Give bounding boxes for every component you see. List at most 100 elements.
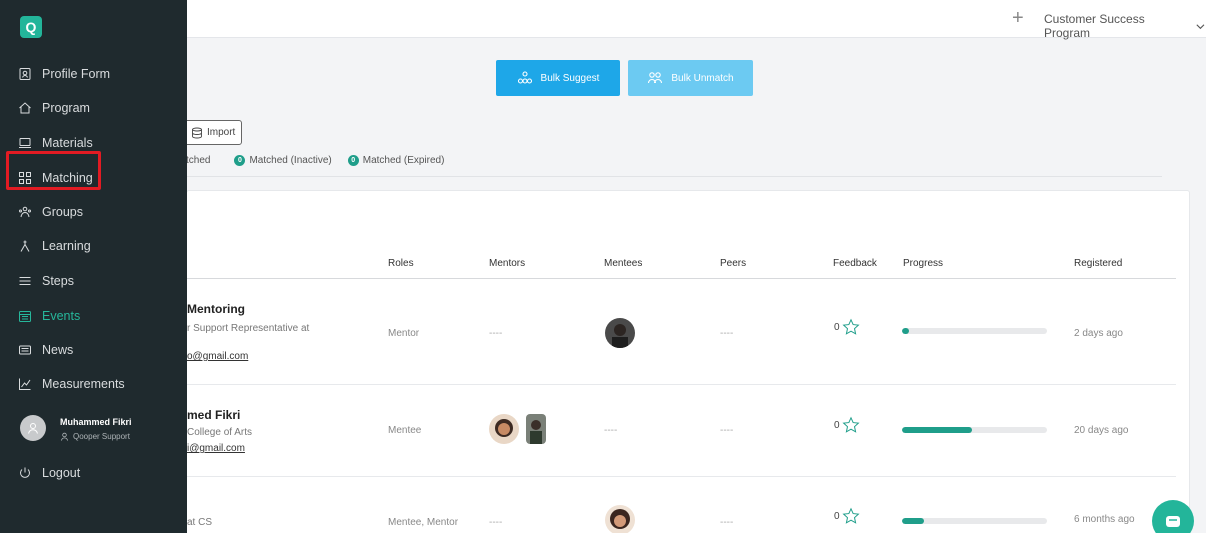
member-title: at CS <box>187 517 213 528</box>
steps-icon <box>19 277 31 285</box>
logout-label: Logout <box>42 466 81 480</box>
header-registered[interactable]: Registered <box>1074 258 1122 269</box>
header-mentees[interactable]: Mentees <box>604 258 642 269</box>
member-email[interactable]: i@gmail.com <box>187 443 245 454</box>
member-title: r Support Representative at <box>187 323 310 334</box>
header-divider <box>186 278 1176 279</box>
member-name[interactable]: Mentoring <box>187 302 245 316</box>
count-badge: 0 <box>234 155 246 166</box>
app-logo[interactable]: Q <box>20 16 42 38</box>
program-selector-label: Customer Success Program <box>1044 12 1145 40</box>
row-divider <box>186 476 1176 477</box>
count-badge: 0 <box>347 155 359 166</box>
match-filters: tched 0 Matched (Inactive) 0 Matched (Ex… <box>186 155 460 166</box>
home-icon <box>19 102 31 114</box>
registered-date: 2 days ago <box>1074 328 1123 339</box>
news-icon <box>19 345 31 355</box>
sidebar-item-groups[interactable]: Groups <box>18 205 83 219</box>
sidebar-item-news[interactable]: News <box>18 343 73 357</box>
mentees-empty: ---- <box>604 425 618 436</box>
chevron-down-icon <box>1196 23 1205 29</box>
events-icon <box>19 311 31 322</box>
learning-icon <box>20 240 30 252</box>
mentor-avatar[interactable] <box>489 414 519 444</box>
sidebar-item-materials[interactable]: Materials <box>18 136 93 150</box>
star-icon <box>842 416 860 433</box>
sidebar-item-label: Steps <box>42 274 74 288</box>
mentors-empty: ---- <box>489 328 503 339</box>
bulk-unmatch-button[interactable]: Bulk Unmatch <box>628 60 753 96</box>
members-table-card <box>186 190 1190 533</box>
member-name[interactable]: med Fikri <box>187 408 240 422</box>
sidebar-item-label: Learning <box>42 239 91 253</box>
progress-bar <box>902 328 1047 334</box>
header-feedback[interactable]: Feedback <box>833 258 877 269</box>
filter-matched-inactive[interactable]: 0 Matched (Inactive) <box>234 155 332 166</box>
progress-fill <box>902 328 910 334</box>
header-peers[interactable]: Peers <box>720 258 746 269</box>
user-avatar[interactable] <box>20 415 46 441</box>
registered-date: 6 months ago <box>1074 514 1135 525</box>
sidebar-item-events[interactable]: Events <box>18 309 80 323</box>
progress-fill <box>902 518 924 524</box>
mentee-avatar[interactable] <box>605 505 635 533</box>
user-name[interactable]: Muhammed Fikri <box>60 417 132 427</box>
add-icon[interactable]: + <box>1012 8 1024 28</box>
sidebar-item-label: Profile Form <box>42 67 111 81</box>
mentor-avatar[interactable] <box>526 414 546 444</box>
user-icon <box>28 423 38 434</box>
power-icon <box>20 467 30 478</box>
sidebar-item-measurements[interactable]: Measurements <box>18 377 125 391</box>
chat-icon <box>1166 516 1180 527</box>
member-role: Mentee, Mentor <box>388 517 459 528</box>
program-selector[interactable]: Customer Success Program <box>1044 12 1206 40</box>
sidebar-item-label: Groups <box>42 205 83 219</box>
filter-matched[interactable]: tched <box>186 155 210 166</box>
feedback-rating[interactable]: 0 <box>834 318 860 336</box>
sidebar-item-steps[interactable]: Steps <box>18 274 74 288</box>
feedback-count: 0 <box>834 510 840 522</box>
star-icon <box>842 507 860 524</box>
header-progress[interactable]: Progress <box>903 258 943 269</box>
member-title: College of Arts <box>187 427 253 438</box>
user-role-label: Qooper Support <box>73 432 130 441</box>
registered-date: 20 days ago <box>1074 425 1129 436</box>
bulk-unmatch-label: Bulk Unmatch <box>671 72 734 84</box>
member-email[interactable]: o@gmail.com <box>187 351 248 362</box>
logout-button[interactable]: Logout <box>18 466 80 480</box>
mentee-avatar[interactable] <box>605 318 635 348</box>
feedback-rating[interactable]: 0 <box>834 416 860 434</box>
peers-empty: ---- <box>720 328 734 339</box>
member-role: Mentee <box>388 425 422 436</box>
mentors-empty: ---- <box>489 517 503 528</box>
progress-bar <box>902 518 1047 524</box>
import-label: Import <box>207 127 236 138</box>
filter-matched-label: tched <box>186 155 211 166</box>
peers-empty: ---- <box>720 517 734 528</box>
bulk-unmatch-icon <box>648 72 663 84</box>
sidebar-item-profile-form[interactable]: Profile Form <box>18 67 110 81</box>
groups-icon <box>19 206 31 218</box>
progress-fill <box>902 427 972 433</box>
sidebar-item-label: Materials <box>42 136 93 150</box>
header-mentors[interactable]: Mentors <box>489 258 525 269</box>
person-icon <box>60 432 69 441</box>
row-divider <box>186 384 1176 385</box>
filter-matched-expired[interactable]: 0 Matched (Expired) <box>347 155 445 166</box>
sidebar: Q Profile Form Program Materials Matchin… <box>0 0 187 533</box>
feedback-rating[interactable]: 0 <box>834 507 860 525</box>
import-button[interactable]: Import <box>180 120 242 145</box>
sidebar-item-learning[interactable]: Learning <box>18 239 91 253</box>
sidebar-item-label: Events <box>42 309 81 323</box>
feedback-count: 0 <box>834 419 840 431</box>
sidebar-item-program[interactable]: Program <box>18 101 90 115</box>
materials-icon <box>19 138 31 148</box>
database-icon <box>192 127 202 138</box>
bulk-suggest-button[interactable]: Bulk Suggest <box>496 60 620 96</box>
filter-expired-label: Matched (Expired) <box>362 155 445 166</box>
header-roles[interactable]: Roles <box>388 258 414 269</box>
measurements-icon <box>19 378 31 390</box>
progress-bar <box>902 427 1047 433</box>
bulk-suggest-icon <box>517 71 532 84</box>
star-icon <box>842 318 860 335</box>
